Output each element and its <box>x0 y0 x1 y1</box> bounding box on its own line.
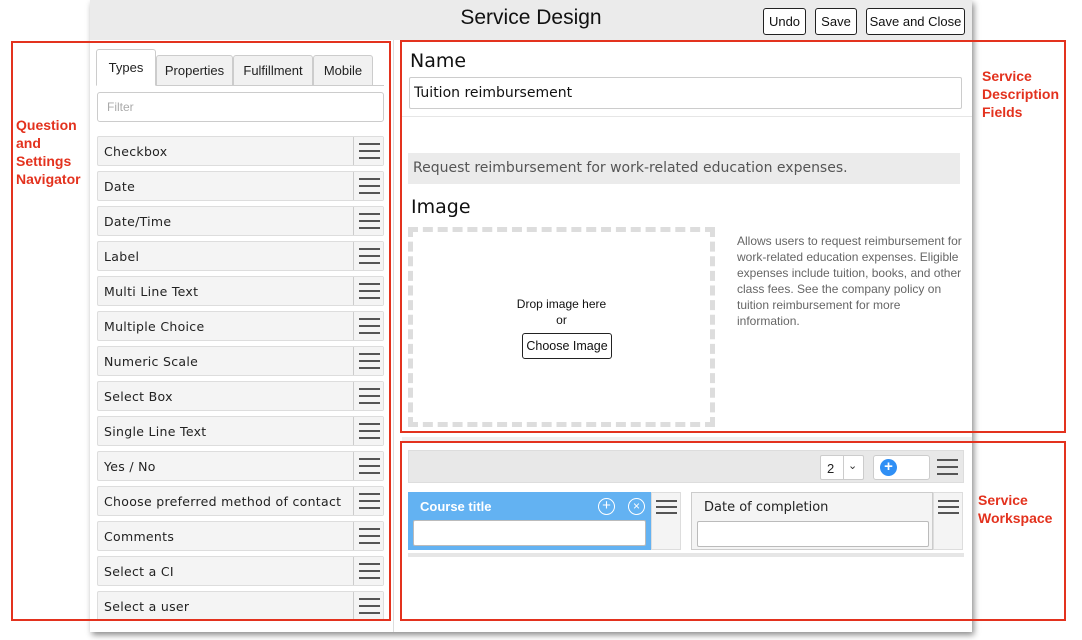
save-and-close-button[interactable]: Save and Close <box>866 8 965 35</box>
workspace-callout-box <box>400 441 1066 621</box>
navigator-callout-label: Question and Settings Navigator <box>16 117 81 187</box>
workspace-callout-label: Service Workspace <box>978 492 1053 526</box>
description-fields-callout-box <box>400 40 1066 433</box>
header-bar: Service Design Undo Save Save and Close <box>90 0 972 40</box>
save-button[interactable]: Save <box>815 8 857 35</box>
description-fields-callout-label: Service Description Fields <box>982 68 1060 120</box>
undo-button[interactable]: Undo <box>763 8 806 35</box>
